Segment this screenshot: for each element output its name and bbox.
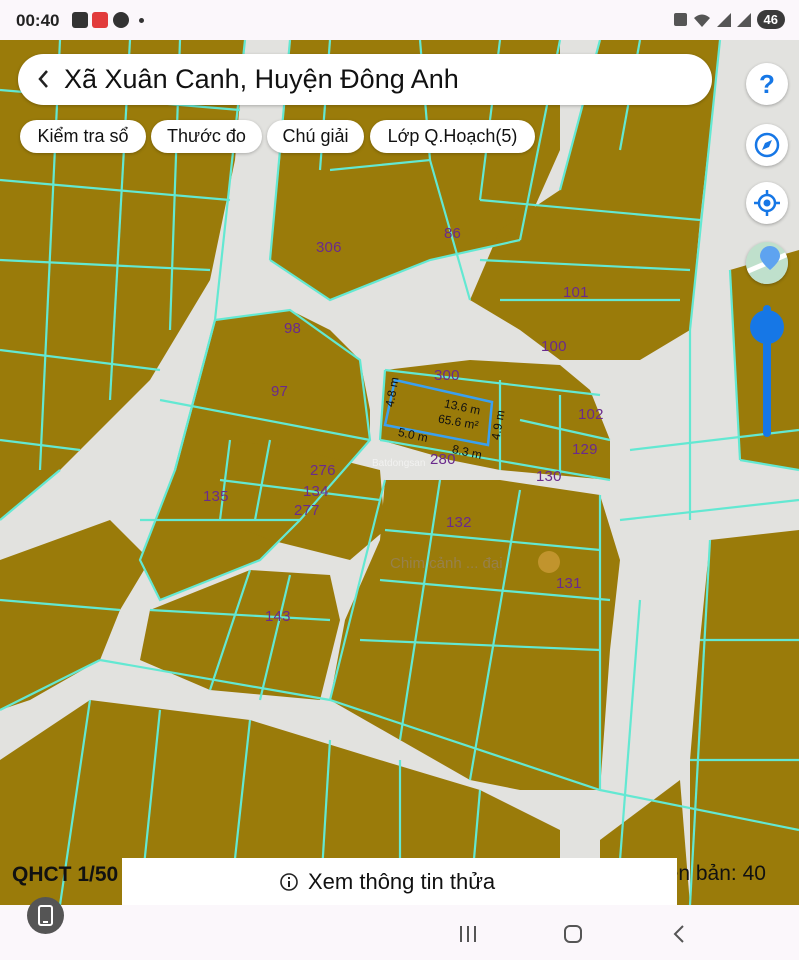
- parcel-label[interactable]: 101: [563, 284, 589, 301]
- page-title: Xã Xuân Canh, Huyện Đông Anh: [64, 64, 459, 94]
- zoom-slider-thumb[interactable]: [750, 310, 784, 344]
- title-bar: Xã Xuân Canh, Huyện Đông Anh: [18, 54, 712, 105]
- compass-button[interactable]: [746, 124, 788, 166]
- system-nav-bar: [0, 905, 799, 960]
- back-nav-icon[interactable]: [671, 924, 687, 944]
- parcel-label[interactable]: 86: [444, 225, 461, 242]
- info-icon: [280, 873, 298, 891]
- parcel-label[interactable]: 276: [310, 462, 336, 479]
- locate-icon: [754, 190, 780, 216]
- help-button[interactable]: ?: [746, 63, 788, 105]
- wifi-icon: [693, 14, 710, 27]
- scale-label: QHCT 1/50: [12, 863, 119, 886]
- check-deed-chip[interactable]: Kiểm tra sổ: [20, 120, 146, 153]
- ruler-chip[interactable]: Thước đo: [151, 120, 262, 153]
- map-layer-icon: [746, 242, 788, 284]
- youtube-icon: [72, 12, 88, 28]
- planning-layer-chip[interactable]: Lớp Q.Hoạch(5): [370, 120, 535, 153]
- parcel-label[interactable]: 131: [556, 575, 582, 592]
- legend-chip[interactable]: Chú giải: [267, 120, 364, 153]
- version-label: iên bản: 40: [662, 862, 766, 885]
- recent-apps-icon[interactable]: [458, 925, 478, 943]
- help-icon: ?: [759, 69, 775, 99]
- map-canvas[interactable]: 306 86 101 98 100 97 300 102 129 276 280…: [0, 40, 799, 905]
- status-bar: 00:40 46: [0, 0, 799, 40]
- parcel-label[interactable]: 134: [303, 483, 329, 500]
- parcel-label[interactable]: 300: [434, 367, 460, 384]
- parcel-map: [0, 40, 799, 905]
- dot-icon: [139, 18, 144, 23]
- home-icon[interactable]: [563, 924, 583, 944]
- app-icon: [92, 12, 108, 28]
- watermark: Batdongsan: [372, 458, 426, 469]
- parcel-label[interactable]: 102: [578, 406, 604, 423]
- mute-icon: [673, 13, 687, 26]
- parcel-label[interactable]: 129: [572, 441, 598, 458]
- poi-icon[interactable]: [538, 551, 560, 573]
- status-time: 00:40: [16, 11, 60, 30]
- compass-icon: [754, 132, 780, 158]
- battery-icon: 46: [756, 10, 785, 29]
- phone-icon: [38, 905, 53, 926]
- map-layer-button[interactable]: [746, 242, 788, 284]
- parcel-label[interactable]: 100: [541, 338, 567, 355]
- parcel-label[interactable]: 98: [284, 320, 301, 337]
- facebook-icon: [113, 12, 129, 28]
- status-right: 46: [673, 10, 785, 29]
- parcel-info-button[interactable]: Xem thông tin thửa: [122, 858, 677, 905]
- parcel-label[interactable]: 277: [294, 502, 320, 519]
- phone-toggle-button[interactable]: [27, 897, 64, 934]
- signal-icon-2: [736, 12, 751, 27]
- parcel-label[interactable]: 132: [446, 514, 472, 531]
- signal-icon: [716, 12, 731, 27]
- locate-button[interactable]: [746, 182, 788, 224]
- back-icon[interactable]: [32, 65, 56, 93]
- parcel-info-label: Xem thông tin thửa: [308, 869, 496, 894]
- parcel-label[interactable]: 135: [203, 488, 229, 505]
- poi-label[interactable]: Chim cảnh ... đại: [390, 555, 503, 572]
- parcel-label[interactable]: 306: [316, 239, 342, 256]
- parcel-label[interactable]: 130: [536, 468, 562, 485]
- parcel-label[interactable]: 143: [265, 608, 291, 625]
- parcel-label[interactable]: 97: [271, 383, 288, 400]
